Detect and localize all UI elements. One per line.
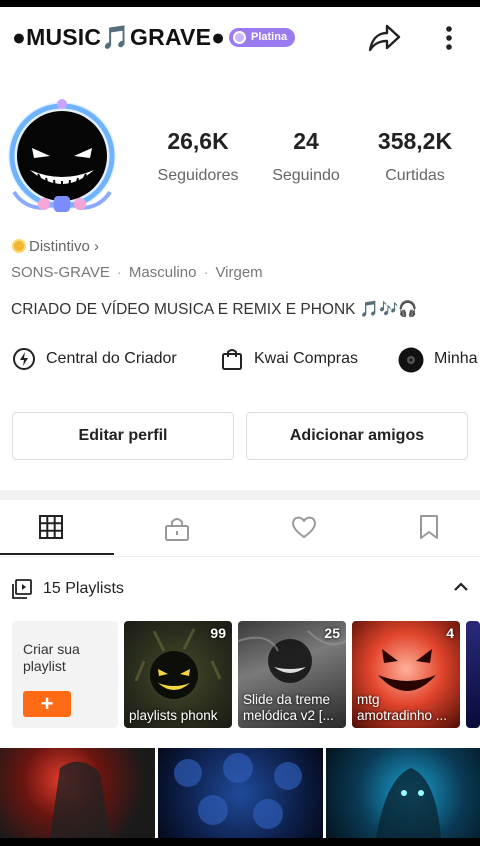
profile-screen: ●MUSIC🎵GRAVE● Platina 26,6K Seguidores 2…: [0, 0, 480, 846]
tab-private[interactable]: [164, 514, 190, 542]
grid-icon: [39, 515, 63, 539]
vinyl-disc-icon: [398, 347, 424, 373]
profile-meta: SONS-GRAVE · Masculino · Virgem: [11, 264, 263, 281]
add-friends-button[interactable]: Adicionar amigos: [246, 412, 468, 460]
status-bar-strip: [0, 0, 480, 7]
tab-videos[interactable]: [38, 514, 64, 542]
bottom-strip: [0, 838, 480, 846]
likes-label: Curtidas: [385, 167, 445, 184]
glowing-character-thumbnail-icon: [376, 768, 441, 838]
coin-icon: [12, 239, 26, 253]
create-playlist-button[interactable]: +: [23, 691, 71, 717]
dark-figure-thumbnail-icon: [50, 761, 110, 838]
followers-stat[interactable]: 26,6K Seguidores: [150, 128, 246, 185]
chevron-right-icon: ›: [94, 238, 100, 255]
location-pin-bolt-icon: [13, 348, 35, 370]
create-playlist-card[interactable]: Criar sua playlist +: [12, 621, 118, 728]
playlist-card[interactable]: 25 Slide da treme melódica v2 [...: [238, 621, 346, 728]
meta-gender: Masculino: [128, 264, 197, 281]
more-options-button[interactable]: [436, 20, 462, 56]
tab-saved[interactable]: [418, 514, 440, 542]
grinning-demon-avatar-icon: [8, 99, 116, 212]
playlist-card[interactable]: 4 mtg amotradinho ...: [352, 621, 460, 728]
video-thumbnail[interactable]: [0, 748, 155, 838]
meta-sign: Virgem: [215, 264, 263, 281]
platinum-badge[interactable]: Platina: [229, 28, 296, 47]
heart-icon: [292, 516, 316, 538]
video-thumbnail[interactable]: [326, 748, 480, 838]
badge-icon: [233, 31, 246, 44]
section-divider: [0, 490, 480, 500]
creator-center-label: Central do Criador: [46, 350, 177, 367]
meta-category: SONS-GRAVE: [11, 264, 110, 281]
likes-stat[interactable]: 358,2K Curtidas: [368, 128, 462, 185]
followers-count: 26,6K: [167, 128, 229, 154]
chevron-up-icon[interactable]: [452, 578, 470, 596]
following-label: Seguindo: [272, 167, 340, 184]
creator-center-link[interactable]: Central do Criador: [12, 346, 192, 372]
playlists-count-label: 15 Playlists: [43, 580, 124, 597]
create-playlist-label: Criar sua playlist: [23, 641, 80, 674]
playlist-card[interactable]: 99 playlists phonk: [124, 621, 232, 728]
distintivo-label: Distintivo: [29, 238, 90, 255]
badge-label: Platina: [251, 31, 288, 43]
tab-bar-border: [0, 556, 480, 557]
playlist-count: 99: [210, 625, 226, 641]
profile-bio: CRIADO DE VÍDEO MUSICA E REMIX E PHONK 🎵…: [11, 301, 418, 318]
share-button[interactable]: [366, 20, 402, 56]
playlist-count: 4: [446, 625, 454, 641]
bookmark-icon: [420, 515, 438, 539]
vertical-dots-icon: [446, 26, 452, 50]
following-stat[interactable]: 24 Seguindo: [266, 128, 346, 185]
meta-separator: ·: [203, 264, 209, 281]
active-tab-indicator: [0, 553, 114, 555]
playlist-card-partial[interactable]: [466, 621, 480, 728]
likes-count: 358,2K: [377, 128, 453, 154]
tab-liked[interactable]: [290, 514, 318, 542]
lock-icon: [165, 518, 189, 541]
followers-label: Seguidores: [157, 167, 239, 184]
playlist-name: mtg amotradinho ...: [357, 692, 448, 723]
kwai-shopping-label: Kwai Compras: [254, 350, 359, 367]
mine-link[interactable]: Minha: [398, 346, 480, 373]
distintivo-link[interactable]: Distintivo ›: [12, 238, 99, 255]
video-thumbnail[interactable]: [158, 748, 323, 838]
profile-name: ●MUSIC🎵GRAVE●: [12, 24, 226, 50]
shopping-bag-icon: [222, 349, 242, 370]
playlist-count: 25: [324, 625, 340, 641]
playlist-icon: [12, 579, 32, 599]
avatar[interactable]: [4, 96, 128, 220]
edit-profile-button[interactable]: Editar perfil: [12, 412, 234, 460]
playlist-name: playlists phonk: [129, 708, 218, 723]
skulls-thumbnail-icon: [174, 753, 302, 829]
meta-separator: ·: [116, 264, 122, 281]
mine-label: Minha: [434, 350, 478, 367]
kwai-shopping-link[interactable]: Kwai Compras: [220, 346, 370, 372]
profile-header: ●MUSIC🎵GRAVE● Platina: [0, 14, 480, 62]
playlist-name: Slide da treme melódica v2 [...: [243, 692, 334, 723]
following-count: 24: [293, 128, 319, 154]
share-arrow-icon: [368, 24, 401, 52]
